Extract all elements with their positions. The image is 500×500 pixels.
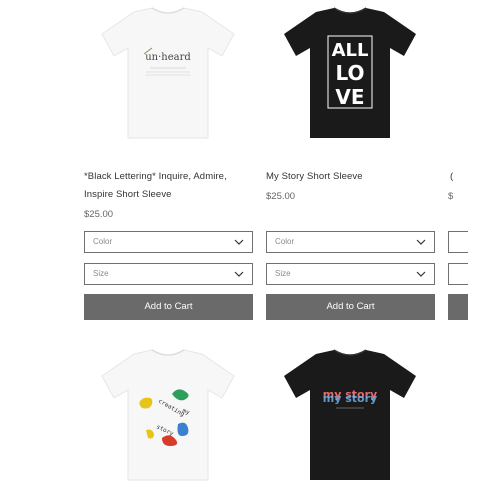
product-image-my-story-shirt[interactable]: ALL LO VE xyxy=(266,4,434,144)
color-select[interactable]: Color xyxy=(84,231,253,253)
chevron-down-icon xyxy=(234,239,244,245)
add-to-cart-button[interactable]: Add to Cart xyxy=(84,294,253,320)
chevron-down-icon xyxy=(234,271,244,277)
partial-product-column: ( $ xyxy=(446,168,500,328)
size-select[interactable]: Size xyxy=(84,263,253,285)
color-select-placeholder: Color xyxy=(275,237,295,246)
size-select-placeholder: Size xyxy=(275,269,291,278)
unheard-print-text: un·heard xyxy=(145,52,191,63)
love-print-line-2: LO xyxy=(335,61,364,85)
partial-title: ( xyxy=(450,171,454,182)
color-select-placeholder: Color xyxy=(93,237,113,246)
love-print-line-3: VE xyxy=(335,85,364,109)
color-select[interactable]: Color xyxy=(266,231,435,253)
add-to-cart-button[interactable]: Add to Cart xyxy=(266,294,435,320)
partial-color-select[interactable] xyxy=(448,231,468,253)
product-title[interactable]: My Story Short Sleeve xyxy=(266,168,434,186)
partial-size-select[interactable] xyxy=(448,263,468,285)
chevron-down-icon xyxy=(416,239,426,245)
product-grid-page: un·heard ALL LO VE *Black Lettering* Inq… xyxy=(0,0,500,500)
product-image-my-story-black-shirt[interactable]: my story my story xyxy=(266,346,434,486)
my-story-print-line-2: my story xyxy=(323,392,377,405)
partial-add-to-cart-button[interactable] xyxy=(448,294,468,320)
product-image-creating-my-story-shirt[interactable]: creating my story xyxy=(84,346,252,486)
product-price: $25.00 xyxy=(266,191,296,202)
product-title[interactable]: *Black Lettering* Inquire, Admire, Inspi… xyxy=(84,168,252,204)
product-image-unheard-shirt[interactable]: un·heard xyxy=(84,4,252,144)
love-print-line-1: ALL xyxy=(332,40,369,61)
partial-price: $ xyxy=(448,191,454,202)
size-select[interactable]: Size xyxy=(266,263,435,285)
size-select-placeholder: Size xyxy=(93,269,109,278)
chevron-down-icon xyxy=(416,271,426,277)
product-price: $25.00 xyxy=(84,209,114,220)
